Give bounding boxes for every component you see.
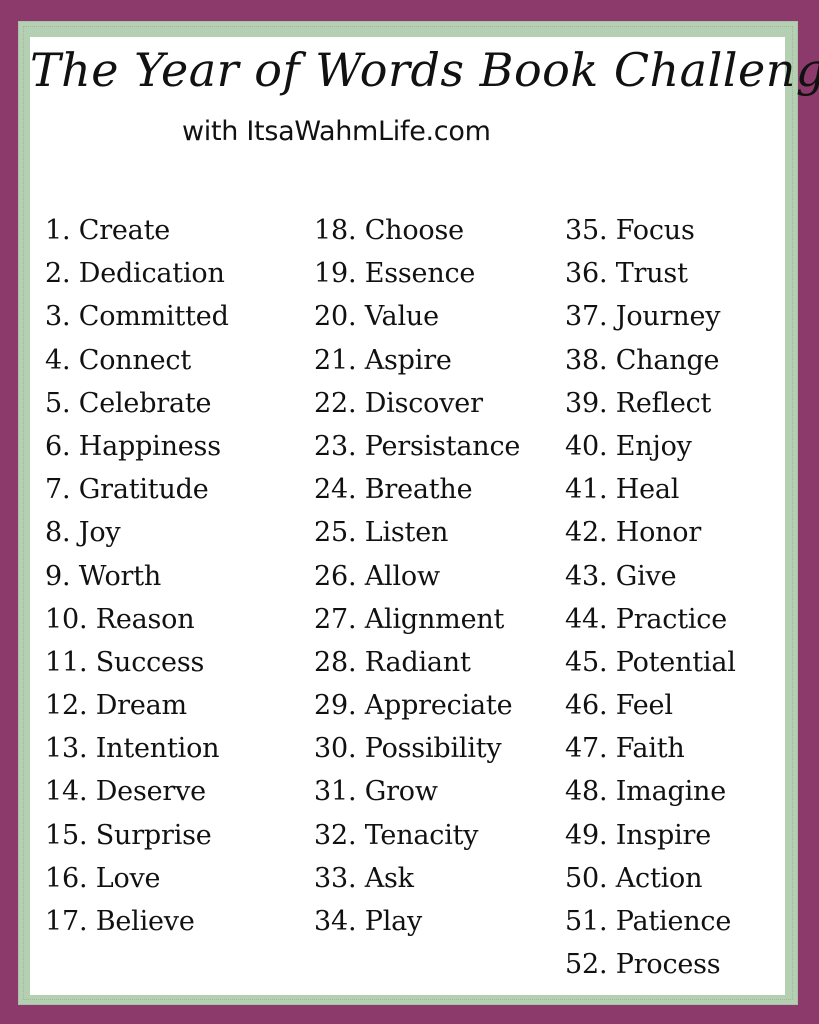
word-list-item: 7. Gratitude [45, 474, 209, 506]
word-list-item: 25. Listen [314, 517, 449, 549]
word-list-item: 17. Believe [45, 906, 195, 937]
word-list-item: 37. Journey [565, 301, 721, 333]
word-list-item: 3. Committed [45, 301, 229, 333]
word-list-item: 46. Feel [565, 690, 673, 722]
word-list-item: 19. Essence [314, 258, 476, 290]
word-list-item: 18. Choose [314, 215, 464, 246]
word-list-item: 12. Dream [45, 690, 187, 722]
word-list-item: 9. Worth [45, 560, 162, 592]
word-list-item: 14. Deserve [45, 776, 206, 808]
word-list-item: 48. Imagine [565, 776, 726, 808]
word-list-item: 16. Love [45, 862, 161, 894]
word-list-item: 47. Faith [565, 733, 685, 765]
word-list-item: 23. Persistance [314, 430, 521, 462]
word-list-item: 45. Potential [565, 646, 736, 678]
word-column-2: 18. Choose 19. Essence 20. Value 21. Aspire… [314, 209, 520, 943]
word-list-item: 51. Patience [565, 906, 732, 937]
word-list-item: 2. Dedication [45, 258, 225, 290]
word-list-item: 26. Allow [314, 560, 440, 592]
subtitle: with ItsaWahmLife.com [182, 116, 491, 147]
word-list-item: 44. Practice [565, 603, 727, 635]
word-list-item: 22. Discover [314, 387, 483, 419]
word-list-item: 29. Appreciate [314, 690, 513, 722]
word-list-item: 32. Tenacity [314, 819, 479, 851]
page-title: The Year of Words Book Challenge [30, 43, 819, 97]
word-list-item: 38. Change [565, 344, 720, 376]
word-column-1: 1. Create 2. Dedication 3. Committed 4. Con… [45, 209, 229, 943]
word-list-item: 50. Action [565, 862, 703, 894]
word-list-item: 21. Aspire [314, 344, 452, 376]
word-list-item: 10. Reason [45, 603, 195, 635]
word-list-item: 11. Success [45, 646, 205, 678]
word-list-item: 33. Ask [314, 862, 414, 894]
word-list-item: 39. Reflect [565, 387, 712, 419]
word-list-item: 13. Intention [45, 733, 220, 765]
word-list-item: 49. Inspire [565, 819, 712, 851]
word-list-item: 31. Grow [314, 776, 438, 808]
word-list-item: 40. Enjoy [565, 430, 692, 462]
word-list-item: 20. Value [314, 301, 439, 333]
word-list-item: 35. Focus [565, 215, 695, 246]
word-list-item: 52. Process [565, 949, 721, 981]
word-list-item: 34. Play [314, 906, 423, 937]
word-list-item: 42. Honor [565, 517, 702, 549]
word-list-item: 36. Trust [565, 258, 688, 290]
word-list-item: 43. Give [565, 560, 677, 592]
word-list-item: 4. Connect [45, 344, 191, 376]
word-list-item: 1. Create [45, 215, 171, 246]
word-column-3: 35. Focus 36. Trust 37. Journey 38. Change 3… [565, 209, 736, 986]
word-list-item: 30. Possibility [314, 733, 502, 765]
word-list-item: 8. Joy [45, 517, 121, 549]
word-list-item: 24. Breathe [314, 474, 473, 506]
challenge-sheet: The Year of Words Book Challenge with It… [30, 37, 819, 995]
word-list-item: 6. Happiness [45, 430, 221, 462]
word-list-item: 27. Alignment [314, 603, 505, 635]
word-list-item: 5. Celebrate [45, 387, 212, 419]
word-list-item: 41. Heal [565, 474, 680, 506]
word-list-item: 28. Radiant [314, 646, 471, 678]
word-list-item: 15. Surprise [45, 819, 212, 851]
